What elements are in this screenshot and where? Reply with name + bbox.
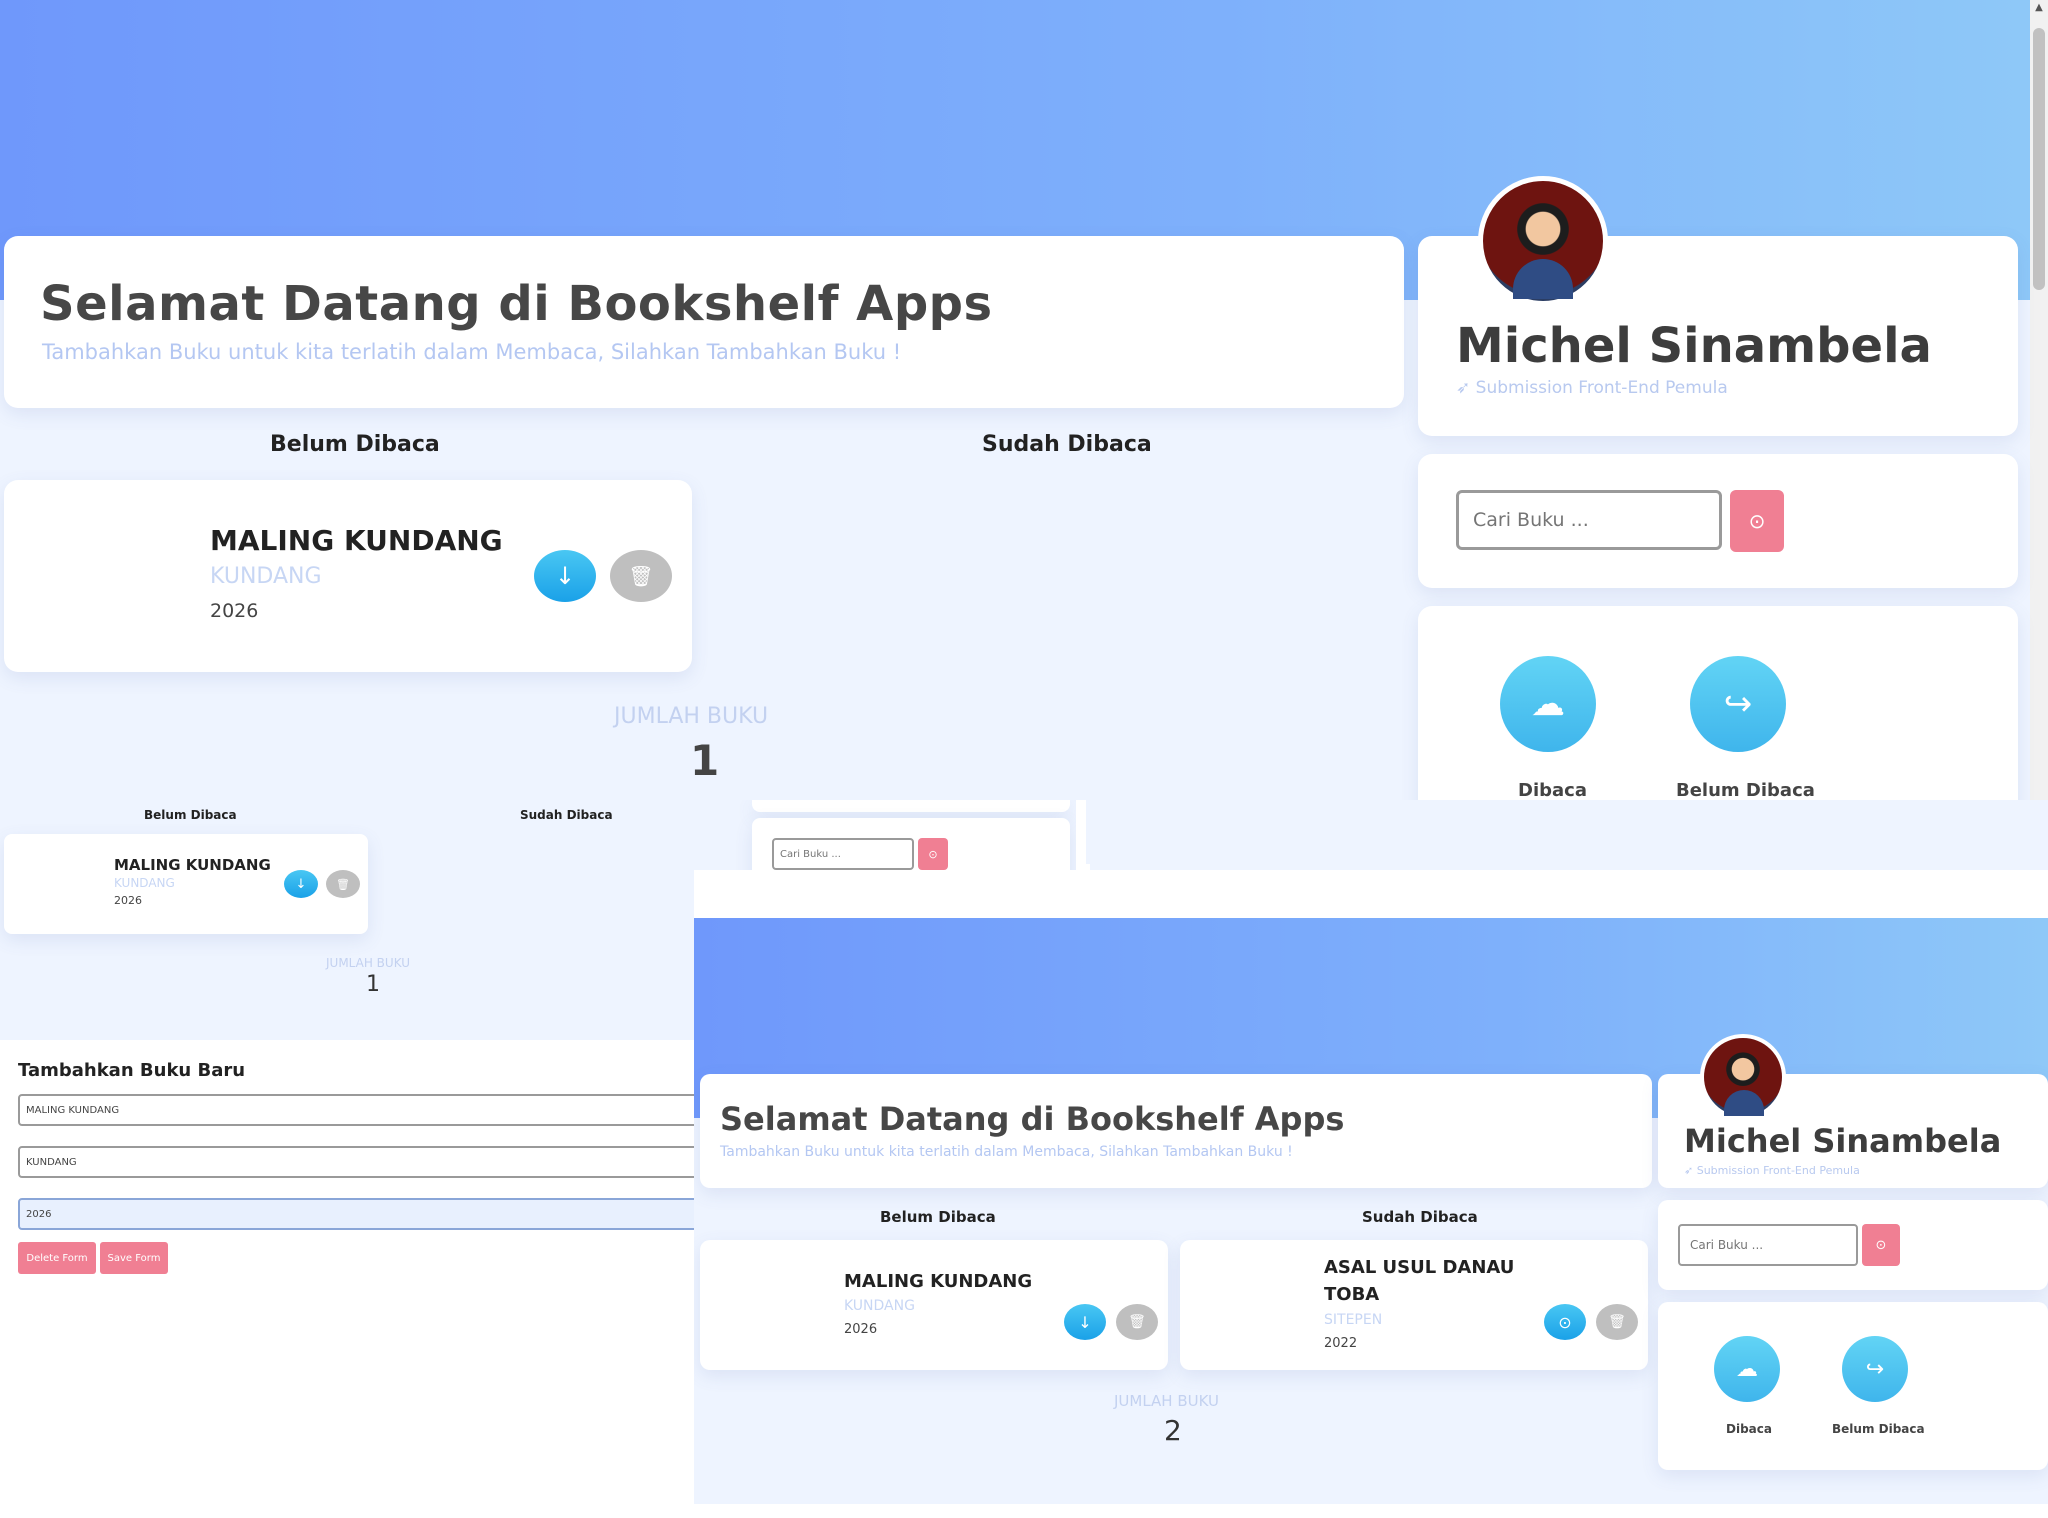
column-heading-unread: Belum Dibaca bbox=[144, 808, 237, 822]
welcome-card: Selamat Datang di Bookshelf Apps Tambahk… bbox=[4, 236, 1404, 408]
book-title: MALING KUNDANG bbox=[210, 524, 503, 557]
search-icon: ⊙ bbox=[1875, 1237, 1887, 1253]
read-action-button[interactable]: ☁ bbox=[1714, 1336, 1780, 1402]
action-card: ☁ Dibaca ↪ Belum Dibaca bbox=[1418, 606, 2018, 800]
search-card: ⊙ bbox=[1658, 1200, 2048, 1290]
book-card: MALING KUNDANG KUNDANG 2026 ↓ 🗑 bbox=[4, 834, 368, 934]
cloud-upload-icon: ☁ bbox=[1736, 1356, 1758, 1382]
trash-icon: 🗑 bbox=[1128, 1314, 1146, 1330]
profile-subtitle: ➶ Submission Front-End Pemula bbox=[1684, 1164, 1860, 1177]
profile-subtitle: ➶ Submission Front-End Pemula bbox=[1456, 378, 1728, 398]
trash-icon: 🗑 bbox=[628, 564, 654, 588]
book-count-label: JUMLAH BUKU bbox=[614, 704, 769, 729]
avatar bbox=[1478, 176, 1608, 306]
page-edge bbox=[694, 870, 2048, 918]
book-author: SITEPEN bbox=[1324, 1312, 1383, 1328]
book-author: KUNDANG bbox=[844, 1298, 915, 1314]
book-year: 2026 bbox=[210, 600, 259, 622]
mark-unread-button[interactable]: ⊙ bbox=[1544, 1304, 1586, 1340]
rocket-icon: ➶ bbox=[1684, 1164, 1697, 1177]
book-count-label: JUMLAH BUKU bbox=[326, 956, 411, 970]
book-card: MALING KUNDANG KUNDANG 2026 ↓ 🗑 bbox=[4, 480, 692, 672]
book-author: KUNDANG bbox=[210, 564, 322, 589]
search-input[interactable] bbox=[772, 838, 914, 870]
form-heading: Tambahkan Buku Baru bbox=[18, 1060, 246, 1081]
read-action-button[interactable]: ☁ bbox=[1500, 656, 1596, 752]
book-title: MALING KUNDANG bbox=[114, 856, 271, 874]
book-count-value: 1 bbox=[690, 736, 720, 785]
search-button[interactable]: ⊙ bbox=[1730, 490, 1784, 552]
book-card: ASAL USUL DANAU TOBA SITEPEN 2022 ⊙ 🗑 bbox=[1180, 1240, 1648, 1370]
delete-book-button[interactable]: 🗑 bbox=[326, 870, 360, 898]
search-input[interactable] bbox=[1456, 490, 1722, 550]
download-icon: ↓ bbox=[295, 876, 307, 892]
mark-read-button[interactable]: ↓ bbox=[284, 870, 318, 898]
search-button[interactable]: ⊙ bbox=[1862, 1224, 1900, 1266]
book-count-value: 2 bbox=[1164, 1414, 1182, 1447]
read-action-label: Dibaca bbox=[1518, 780, 1587, 800]
download-icon: ↓ bbox=[554, 562, 576, 590]
share-icon: ↪ bbox=[1723, 684, 1753, 724]
book-count-label: JUMLAH BUKU bbox=[1114, 1392, 1220, 1410]
read-action-label: Dibaca bbox=[1726, 1422, 1772, 1436]
avatar bbox=[1700, 1034, 1786, 1120]
book-year: 2022 bbox=[1324, 1336, 1358, 1351]
unread-action-label: Belum Dibaca bbox=[1832, 1422, 1925, 1436]
welcome-card: Selamat Datang di Bookshelf Apps Tambahk… bbox=[700, 1074, 1652, 1188]
page-title: Selamat Datang di Bookshelf Apps bbox=[40, 276, 993, 332]
page-subtitle: Tambahkan Buku untuk kita terlatih dalam… bbox=[720, 1144, 1293, 1160]
book-title: ASAL USUL DANAU TOBA bbox=[1324, 1257, 1515, 1305]
page-subtitle: Tambahkan Buku untuk kita terlatih dalam… bbox=[42, 340, 902, 364]
share-icon: ↪ bbox=[1865, 1356, 1885, 1382]
page-edge bbox=[694, 1504, 2048, 1518]
download-icon: ↓ bbox=[1078, 1312, 1092, 1332]
cloud-upload-icon: ☁ bbox=[1531, 684, 1565, 724]
book-count-value: 1 bbox=[366, 972, 380, 997]
mark-read-button[interactable]: ↓ bbox=[534, 550, 596, 602]
screenshot-main: ▲ Selamat Datang di Bookshelf Apps Tamba… bbox=[0, 0, 2048, 800]
book-year: 2026 bbox=[844, 1322, 878, 1337]
unread-action-button[interactable]: ↪ bbox=[1842, 1336, 1908, 1402]
book-card: MALING KUNDANG KUNDANG 2026 ↓ 🗑 bbox=[700, 1240, 1168, 1370]
column-heading-read: Sudah Dibaca bbox=[520, 808, 613, 822]
scroll-up-icon[interactable]: ▲ bbox=[2033, 2, 2045, 14]
search-button[interactable]: ⊙ bbox=[918, 838, 948, 870]
profile-name: Michel Sinambela bbox=[1456, 318, 1932, 374]
rocket-icon: ➶ bbox=[1456, 378, 1476, 398]
search-icon: ⊙ bbox=[928, 847, 938, 861]
delete-book-button[interactable]: 🗑 bbox=[1116, 1304, 1158, 1340]
undo-icon: ⊙ bbox=[1558, 1312, 1572, 1332]
save-form-button[interactable]: Save Form bbox=[100, 1242, 168, 1274]
scrollbar-thumb[interactable] bbox=[2033, 28, 2045, 290]
delete-book-button[interactable]: 🗑 bbox=[610, 550, 672, 602]
search-card: ⊙ bbox=[1418, 454, 2018, 588]
search-icon: ⊙ bbox=[1748, 509, 1766, 533]
unread-action-label: Belum Dibaca bbox=[1676, 780, 1815, 800]
mark-read-button[interactable]: ↓ bbox=[1064, 1304, 1106, 1340]
profile-name: Michel Sinambela bbox=[1684, 1122, 2002, 1160]
book-title: MALING KUNDANG bbox=[844, 1271, 1033, 1292]
column-heading-read: Sudah Dibaca bbox=[1362, 1208, 1478, 1226]
trash-icon: 🗑 bbox=[1608, 1314, 1626, 1330]
column-heading-unread: Belum Dibaca bbox=[880, 1208, 996, 1226]
trash-icon: 🗑 bbox=[336, 877, 350, 891]
book-year: 2026 bbox=[114, 894, 142, 907]
page-title: Selamat Datang di Bookshelf Apps bbox=[720, 1100, 1345, 1138]
book-author: KUNDANG bbox=[114, 876, 175, 890]
screenshot-two-books: Selamat Datang di Bookshelf Apps Tambahk… bbox=[694, 918, 2048, 1518]
delete-form-button[interactable]: Delete Form bbox=[18, 1242, 96, 1274]
profile-card-edge bbox=[752, 800, 1070, 812]
unread-action-button[interactable]: ↪ bbox=[1690, 656, 1786, 752]
column-heading-unread: Belum Dibaca bbox=[270, 432, 440, 457]
column-heading-read: Sudah Dibaca bbox=[982, 432, 1152, 457]
search-input[interactable] bbox=[1678, 1224, 1858, 1266]
delete-book-button[interactable]: 🗑 bbox=[1596, 1304, 1638, 1340]
action-card: ☁ Dibaca ↪ Belum Dibaca bbox=[1658, 1302, 2048, 1470]
